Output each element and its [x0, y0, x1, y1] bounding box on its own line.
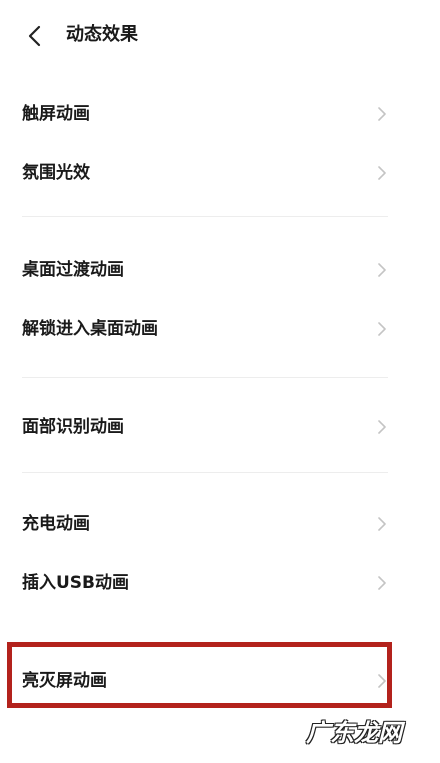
menu-item-charging-animation[interactable]: 充电动画 — [0, 495, 440, 553]
menu-item-desktop-transition[interactable]: 桌面过渡动画 — [0, 241, 440, 299]
chevron-right-icon — [378, 166, 386, 180]
header: 动态效果 — [0, 0, 440, 70]
section-divider — [22, 472, 388, 473]
chevron-right-icon — [378, 576, 386, 590]
menu-item-face-recognition[interactable]: 面部识别动画 — [0, 398, 440, 456]
menu-item-label: 桌面过渡动画 — [22, 260, 124, 280]
menu-item-touch-animation[interactable]: 触屏动画 — [0, 85, 440, 143]
watermark: 广东龙网 — [306, 719, 402, 747]
chevron-right-icon — [378, 322, 386, 336]
menu-item-usb-animation[interactable]: 插入USB动画 — [0, 554, 440, 612]
highlight-box — [7, 642, 392, 708]
section-divider — [22, 377, 388, 378]
menu-item-label: 触屏动画 — [22, 104, 90, 124]
chevron-right-icon — [378, 107, 386, 121]
menu-item-label: 氛围光效 — [22, 163, 90, 183]
chevron-right-icon — [378, 263, 386, 277]
menu-item-ambient-light[interactable]: 氛围光效 — [0, 144, 440, 202]
menu-item-unlock-animation[interactable]: 解锁进入桌面动画 — [0, 300, 440, 358]
chevron-left-icon — [28, 25, 41, 47]
menu-item-label: 面部识别动画 — [22, 417, 124, 437]
chevron-right-icon — [378, 420, 386, 434]
page-title: 动态效果 — [66, 24, 138, 45]
back-button[interactable] — [22, 22, 50, 50]
chevron-right-icon — [378, 517, 386, 531]
menu-item-label: 解锁进入桌面动画 — [22, 319, 158, 339]
menu-item-label: 插入USB动画 — [22, 573, 130, 593]
section-divider — [22, 216, 388, 217]
menu-item-label: 充电动画 — [22, 514, 90, 534]
